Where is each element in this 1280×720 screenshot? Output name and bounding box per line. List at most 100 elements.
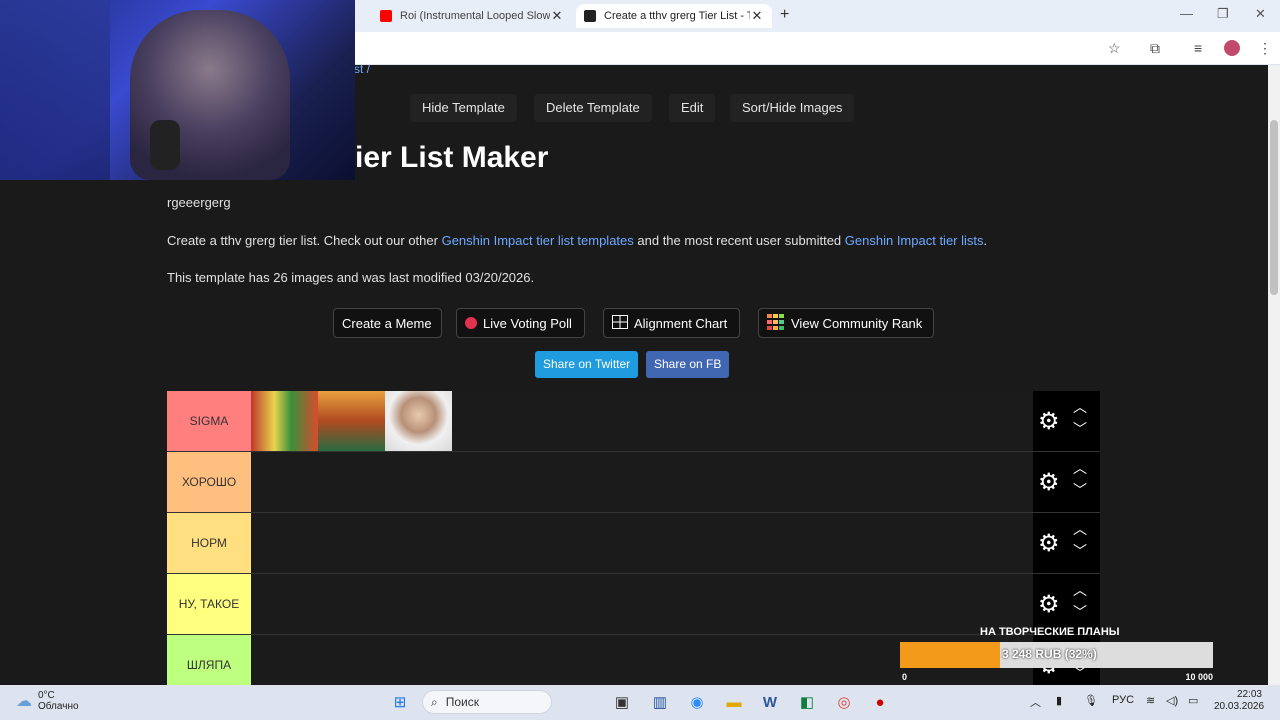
tier-label[interactable]: ШЛЯПА — [167, 635, 251, 685]
share-fb-button[interactable]: Share on FB — [646, 351, 730, 378]
template-description: Create a tthv grerg tier list. Check out… — [167, 233, 987, 248]
bookmark-star-icon[interactable]: ☆ — [1108, 40, 1121, 57]
action-label: Live Voting Poll — [483, 315, 572, 331]
close-tab-icon[interactable]: ✕ — [550, 8, 564, 24]
wifi-icon[interactable]: ≋ — [1146, 694, 1155, 707]
tier-controls: ⚙ ︿ ﹀ — [1033, 391, 1100, 451]
file-explorer-icon[interactable]: ▬ — [724, 693, 744, 713]
task-view-icon[interactable]: ▣ — [612, 693, 632, 713]
desc-text: . — [983, 233, 988, 248]
tier-row: ХОРОШО ⚙ ︿ ﹀ — [167, 452, 1100, 513]
tier-label[interactable]: SIGMA — [167, 391, 251, 451]
microphone-icon[interactable]: 🎙 — [1084, 694, 1098, 707]
create-meme-button[interactable]: Create a Meme — [333, 308, 442, 338]
breadcrumb[interactable]: st / — [354, 65, 370, 76]
chevron-up-icon[interactable]: ︿ — [1073, 580, 1087, 600]
weather-condition: Облачно — [38, 701, 79, 712]
chevron-down-icon[interactable]: ﹀ — [1073, 419, 1087, 439]
volume-icon[interactable]: ◁) — [1166, 694, 1178, 707]
chevron-down-icon[interactable]: ﹀ — [1073, 602, 1087, 622]
language-indicator[interactable]: РУС — [1112, 694, 1134, 706]
profile-avatar[interactable] — [1224, 40, 1240, 56]
share-twitter-button[interactable]: Share on Twitter — [535, 351, 639, 378]
tier-controls: ⚙ ︿ ﹀ — [1033, 574, 1100, 634]
tier-item-image[interactable] — [318, 391, 385, 451]
tiermaker-icon — [584, 10, 596, 22]
tier-row: SIGMA ⚙ ︿ ﹀ — [167, 391, 1100, 452]
desc-text: and the most recent user submitted — [633, 233, 845, 248]
zoom-icon[interactable]: ◉ — [687, 693, 707, 713]
tier-item-image[interactable] — [385, 391, 452, 451]
tab-tierlist[interactable]: Create a tthv grerg Tier List - Ti ✕ — [576, 4, 772, 28]
tab-youtube[interactable]: Roi (Instrumental Looped Slowe ✕ — [372, 4, 572, 28]
chevron-down-icon[interactable]: ﹀ — [1073, 541, 1087, 561]
view-community-rank-button[interactable]: View Community Rank — [758, 308, 934, 338]
tray-chevron-icon[interactable]: ︿ — [1030, 694, 1041, 710]
template-subtitle: rgeeergerg — [167, 195, 231, 210]
donation-max: 10 000 — [1185, 672, 1213, 682]
minimize-icon[interactable]: — — [1180, 6, 1193, 21]
gear-icon[interactable]: ⚙ — [1038, 407, 1060, 436]
tab-label: Roi (Instrumental Looped Slowe — [400, 10, 550, 22]
community-grid-icon — [767, 313, 785, 333]
hide-template-button[interactable]: Hide Template — [410, 94, 517, 122]
edit-button[interactable]: Edit — [669, 94, 716, 122]
youtube-icon — [380, 10, 392, 22]
live-voting-poll-button[interactable]: Live Voting Poll — [456, 308, 585, 338]
donation-amount: 3 248 RUB (32%) — [1002, 647, 1097, 661]
page-title: ier List Maker — [355, 141, 549, 174]
battery-icon[interactable]: ▭ — [1188, 694, 1198, 707]
close-tab-icon[interactable]: ✕ — [750, 8, 764, 24]
chrome-icon[interactable]: ◎ — [834, 693, 854, 713]
gear-icon[interactable]: ⚙ — [1038, 590, 1060, 619]
donation-title: НА ТВОРЧЕСКИЕ ПЛАНЫ — [980, 626, 1120, 638]
tier-item-image[interactable] — [251, 391, 318, 451]
word-icon[interactable]: W — [760, 693, 780, 713]
weather-widget[interactable]: ☁ 0°C Облачно — [16, 690, 79, 712]
gear-icon[interactable]: ⚙ — [1038, 468, 1060, 497]
tier-label[interactable]: НУ, ТАКОЕ — [167, 574, 251, 634]
gear-icon[interactable]: ⚙ — [1038, 529, 1060, 558]
genshin-templates-link[interactable]: Genshin Impact tier list templates — [442, 233, 634, 248]
chevron-up-icon[interactable]: ︿ — [1073, 519, 1087, 539]
chevron-up-icon[interactable]: ︿ — [1073, 397, 1087, 417]
clock-date: 20.03.2026 — [1214, 701, 1265, 712]
media-icon[interactable]: ≡ — [1194, 40, 1202, 56]
action-label: Alignment Chart — [634, 315, 728, 331]
close-window-icon[interactable]: ✕ — [1255, 6, 1266, 22]
cloud-icon: ☁ — [16, 693, 32, 710]
stats-app-icon[interactable]: ▥ — [650, 693, 670, 713]
new-tab-button[interactable]: + — [780, 6, 789, 24]
extensions-icon[interactable]: ⧉ — [1150, 40, 1160, 57]
alignment-chart-button[interactable]: Alignment Chart — [603, 308, 740, 338]
search-placeholder: Поиск — [445, 695, 479, 709]
action-label: View Community Rank — [791, 315, 923, 331]
donation-min: 0 — [902, 672, 908, 682]
page-scrollbar[interactable] — [1268, 65, 1280, 685]
desc-text: Create a tthv grerg tier list. Check out… — [167, 233, 442, 248]
chevron-up-icon[interactable]: ︿ — [1073, 458, 1087, 478]
windows-start-icon[interactable]: ⊞ — [390, 693, 410, 713]
tier-label[interactable]: ХОРОШО — [167, 452, 251, 512]
search-icon: ⌕ — [431, 694, 438, 709]
clock-time: 22:03 — [1236, 689, 1262, 700]
tray-app-icon[interactable]: ▮ — [1056, 694, 1062, 707]
genshin-tierlists-link[interactable]: Genshin Impact tier lists — [845, 233, 984, 248]
grid-icon — [612, 314, 628, 332]
tier-row: НОРМ ⚙ ︿ ﹀ — [167, 513, 1100, 574]
recording-app-icon[interactable]: ● — [870, 693, 890, 713]
tier-label[interactable]: НОРМ — [167, 513, 251, 573]
template-meta: This template has 26 images and was last… — [167, 270, 535, 285]
taskbar-search[interactable]: ⌕ Поиск — [422, 690, 552, 714]
weather-temp: 0°C — [38, 690, 55, 701]
app-d-icon[interactable]: ◧ — [797, 693, 817, 713]
delete-template-button[interactable]: Delete Template — [534, 94, 652, 122]
record-dot-icon — [465, 317, 477, 329]
menu-icon[interactable]: ⋮ — [1258, 40, 1272, 57]
clock[interactable]: 22:03 20.03.2026 — [1214, 689, 1265, 713]
chevron-down-icon[interactable]: ﹀ — [1073, 480, 1087, 500]
tier-controls: ⚙ ︿ ﹀ — [1033, 513, 1100, 573]
sort-hide-images-button[interactable]: Sort/Hide Images — [730, 94, 855, 122]
scrollbar-thumb[interactable] — [1270, 120, 1278, 295]
maximize-icon[interactable]: ❐ — [1217, 6, 1229, 22]
